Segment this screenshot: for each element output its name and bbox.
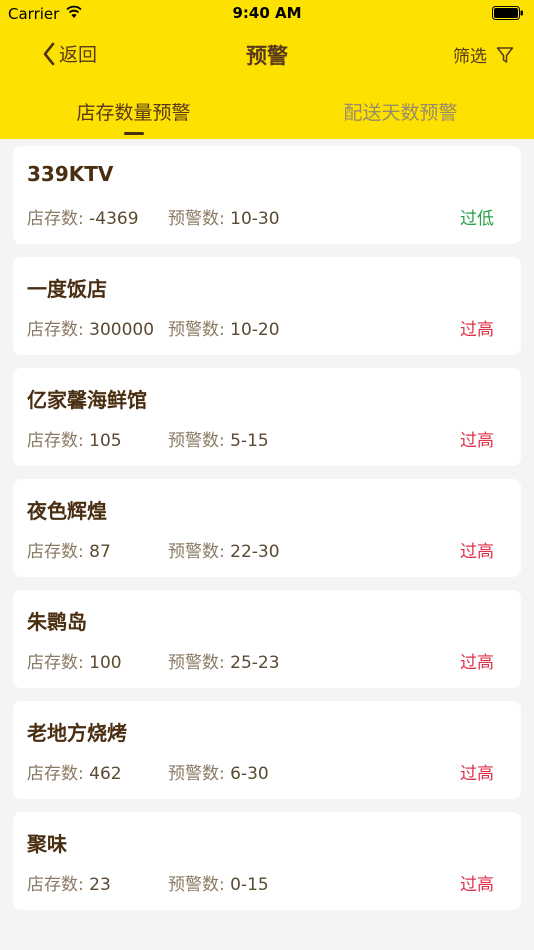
stock-label: 店存数:	[27, 209, 84, 229]
warning-field: 预警数: 22-30	[168, 537, 280, 562]
store-name: 聚味	[27, 832, 67, 856]
warning-value: 10-30	[230, 209, 280, 229]
clock: 9:40 AM	[232, 4, 302, 22]
list-item[interactable]: 339KTV 店存数: -4369 预警数: 10-30 过低	[13, 146, 521, 244]
battery-icon	[492, 6, 523, 20]
stock-value: 23	[89, 875, 111, 895]
status-badge: 过高	[460, 653, 494, 673]
status-badge: 过高	[460, 431, 494, 451]
list-item[interactable]: 聚味 店存数: 23 预警数: 0-15 过高	[13, 812, 521, 910]
stock-field: 店存数: 462	[27, 759, 169, 784]
list-item[interactable]: 亿家馨海鲜馆 店存数: 105 预警数: 5-15 过高	[13, 368, 521, 466]
stock-value: 462	[89, 764, 122, 784]
stock-label: 店存数:	[27, 542, 84, 562]
stock-label: 店存数:	[27, 431, 84, 451]
stock-field: 店存数: 100	[27, 648, 169, 673]
warning-value: 22-30	[230, 542, 280, 562]
stock-value: 105	[89, 431, 122, 451]
stock-label: 店存数:	[27, 875, 84, 895]
store-name: 一度饭店	[27, 277, 107, 301]
warning-label: 预警数:	[168, 653, 225, 673]
stock-value: 87	[89, 542, 111, 562]
warning-field: 预警数: 25-23	[168, 648, 280, 673]
stock-field: 店存数: 105	[27, 426, 169, 451]
status-badge: 过低	[460, 209, 494, 229]
warning-value: 10-20	[230, 320, 280, 340]
stock-value: 300000	[89, 320, 155, 340]
stock-value: -4369	[89, 209, 139, 229]
warning-field: 预警数: 0-15	[168, 870, 269, 895]
warning-value: 6-30	[230, 764, 269, 784]
tab-indicator	[124, 132, 144, 135]
store-name: 夜色辉煌	[27, 499, 107, 523]
warning-label: 预警数:	[168, 764, 225, 784]
chevron-left-icon	[43, 42, 55, 65]
list-item[interactable]: 夜色辉煌 店存数: 87 预警数: 22-30 过高	[13, 479, 521, 577]
stock-field: 店存数: 23	[27, 870, 169, 895]
warning-value: 0-15	[230, 875, 269, 895]
warning-field: 预警数: 10-20	[168, 315, 280, 340]
status-badge: 过高	[460, 320, 494, 340]
stock-field: 店存数: 87	[27, 537, 169, 562]
warning-list: 339KTV 店存数: -4369 预警数: 10-30 过低 一度饭店 店存数…	[13, 146, 521, 923]
warning-label: 预警数:	[168, 320, 225, 340]
warning-value: 5-15	[230, 431, 269, 451]
stock-label: 店存数:	[27, 653, 84, 673]
status-badge: 过高	[460, 542, 494, 562]
status-badge: 过高	[460, 764, 494, 784]
list-item[interactable]: 朱鹮岛 店存数: 100 预警数: 25-23 过高	[13, 590, 521, 688]
stock-value: 100	[89, 653, 122, 673]
list-item[interactable]: 老地方烧烤 店存数: 462 预警数: 6-30 过高	[13, 701, 521, 799]
tab-bar: 店存数量预警 配送天数预警	[0, 94, 534, 139]
stock-label: 店存数:	[27, 764, 84, 784]
stock-label: 店存数:	[27, 320, 84, 340]
warning-label: 预警数:	[168, 209, 225, 229]
filter-button[interactable]: 筛选	[453, 42, 514, 67]
store-name: 亿家馨海鲜馆	[27, 388, 147, 412]
warning-field: 预警数: 10-30	[168, 204, 280, 229]
warning-field: 预警数: 5-15	[168, 426, 269, 451]
stock-field: 店存数: 300000	[27, 315, 169, 340]
back-label: 返回	[59, 44, 98, 66]
warning-label: 预警数:	[168, 542, 225, 562]
list-item[interactable]: 一度饭店 店存数: 300000 预警数: 10-20 过高	[13, 257, 521, 355]
filter-icon	[496, 46, 514, 63]
status-badge: 过高	[460, 875, 494, 895]
tab-stock-warning[interactable]: 店存数量预警	[0, 98, 267, 125]
header: Carrier 9:40 AM 返回 预警 筛选 店存数量预警 配送天数预警	[0, 0, 534, 139]
back-button[interactable]: 返回	[42, 40, 97, 67]
stock-field: 店存数: -4369	[27, 204, 169, 229]
store-name: 朱鹮岛	[27, 610, 87, 634]
warning-field: 预警数: 6-30	[168, 759, 269, 784]
store-name: 老地方烧烤	[27, 721, 127, 745]
status-bar: Carrier 9:40 AM	[0, 0, 534, 28]
warning-label: 预警数:	[168, 875, 225, 895]
warning-value: 25-23	[230, 653, 280, 673]
store-name: 339KTV	[27, 162, 114, 186]
nav-bar: 返回 预警 筛选	[0, 36, 534, 76]
filter-label: 筛选	[453, 47, 487, 67]
tab-delivery-warning[interactable]: 配送天数预警	[267, 98, 534, 125]
warning-label: 预警数:	[168, 431, 225, 451]
